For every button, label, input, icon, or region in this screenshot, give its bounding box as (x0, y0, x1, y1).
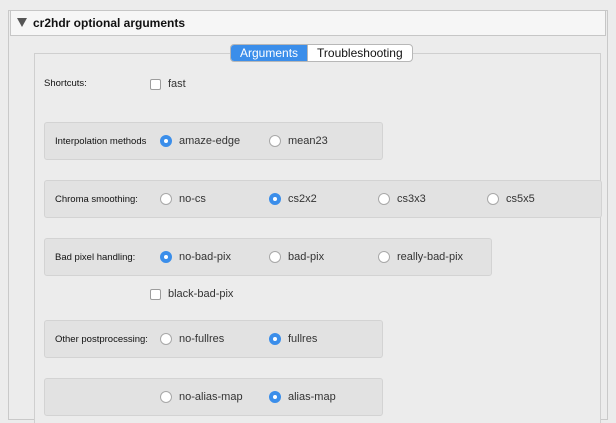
radio-label: no-alias-map (179, 391, 243, 403)
radio-label: bad-pix (288, 251, 325, 263)
radio-button[interactable] (269, 333, 281, 345)
radio-label: amaze-edge (179, 135, 241, 147)
radio-label: cs5x5 (506, 193, 535, 205)
section-title: cr2hdr optional arguments (33, 16, 186, 30)
interpolation-group: Interpolation methods amaze-edge mean23 (44, 122, 383, 160)
arguments-panel: Shortcuts: fast Interpolation methods am… (34, 53, 602, 423)
tab-arguments[interactable]: Arguments (231, 45, 308, 61)
radio-label: cs2x2 (288, 193, 317, 205)
black-bad-pix-label: black-bad-pix (168, 288, 234, 300)
radio-label: no-cs (179, 193, 206, 205)
radio-button[interactable] (378, 251, 390, 263)
radio-button[interactable] (160, 391, 172, 403)
radio-alias-map[interactable]: alias-map (269, 391, 336, 403)
radio-cs2x2[interactable]: cs2x2 (269, 193, 317, 205)
interpolation-label: Interpolation methods (55, 136, 147, 147)
radio-label: mean23 (288, 135, 328, 147)
tab-troubleshooting[interactable]: Troubleshooting (307, 45, 412, 61)
radio-really-bad-pix[interactable]: really-bad-pix (378, 251, 463, 263)
section-header[interactable]: cr2hdr optional arguments (10, 10, 606, 36)
radio-button[interactable] (378, 193, 390, 205)
radio-no-cs[interactable]: no-cs (160, 193, 206, 205)
radio-button[interactable] (160, 333, 172, 345)
radio-button[interactable] (269, 193, 281, 205)
radio-button[interactable] (160, 193, 172, 205)
disclosure-triangle-icon[interactable] (17, 18, 27, 27)
badpix-group: Bad pixel handling: no-bad-pix bad-pix r… (44, 238, 492, 276)
radio-label: really-bad-pix (397, 251, 464, 263)
radio-button[interactable] (269, 135, 281, 147)
radio-label: no-bad-pix (179, 251, 231, 263)
radio-no-bad-pix[interactable]: no-bad-pix (160, 251, 231, 263)
postprocessing-label: Other postprocessing: (55, 334, 148, 345)
radio-button[interactable] (487, 193, 499, 205)
radio-button[interactable] (160, 135, 172, 147)
tab-bar: Arguments Troubleshooting (230, 44, 413, 62)
black-bad-pix-checkbox[interactable]: black-bad-pix (150, 288, 233, 300)
chroma-label: Chroma smoothing: (55, 194, 138, 205)
radio-bad-pix[interactable]: bad-pix (269, 251, 324, 263)
radio-label: cs3x3 (397, 193, 426, 205)
radio-button[interactable] (269, 251, 281, 263)
shortcuts-label: Shortcuts: (44, 78, 87, 89)
radio-no-alias-map[interactable]: no-alias-map (160, 391, 243, 403)
fast-checkbox[interactable]: fast (150, 78, 186, 90)
checkbox-box[interactable] (150, 78, 161, 90)
chroma-group: Chroma smoothing: no-cs cs2x2 cs3x3 cs5x… (44, 180, 602, 218)
radio-fullres[interactable]: fullres (269, 333, 317, 345)
radio-label: fullres (288, 333, 318, 345)
radio-button[interactable] (269, 391, 281, 403)
radio-mean23[interactable]: mean23 (269, 135, 328, 147)
radio-no-fullres[interactable]: no-fullres (160, 333, 224, 345)
radio-label: no-fullres (179, 333, 225, 345)
radio-cs5x5[interactable]: cs5x5 (487, 193, 535, 205)
fast-label: fast (168, 78, 186, 90)
checkbox-box[interactable] (150, 288, 161, 300)
radio-button[interactable] (160, 251, 172, 263)
radio-cs3x3[interactable]: cs3x3 (378, 193, 426, 205)
aliasmap-group: no-alias-map alias-map (44, 378, 383, 416)
radio-amaze-edge[interactable]: amaze-edge (160, 135, 240, 147)
badpix-label: Bad pixel handling: (55, 252, 136, 263)
postprocessing-group: Other postprocessing: no-fullres fullres (44, 320, 383, 358)
radio-label: alias-map (288, 391, 336, 403)
